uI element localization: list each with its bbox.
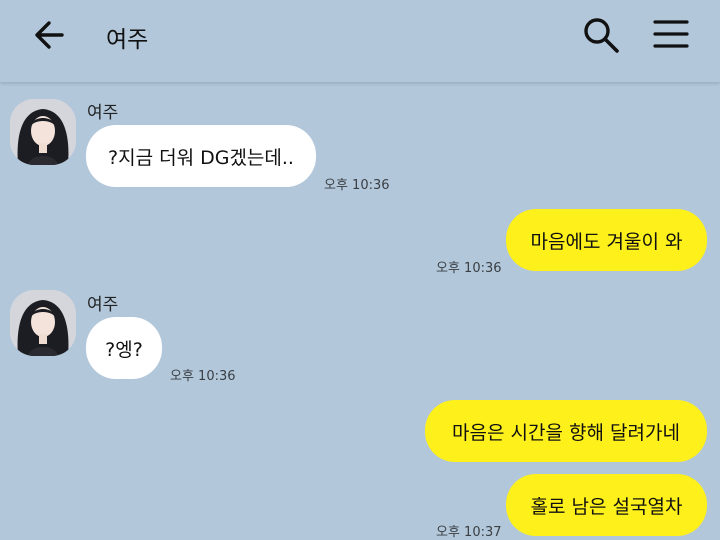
chat-title: 여주 <box>106 27 149 53</box>
arrow-left-icon <box>35 21 64 49</box>
menu-button[interactable] <box>651 16 691 52</box>
sender-avatar[interactable] <box>10 290 76 356</box>
profile-photo <box>10 99 76 165</box>
message-bubble-outgoing[interactable]: 마음에도 겨울이 와 <box>506 209 707 271</box>
message-bubble-outgoing[interactable]: 마음은 시간을 향해 달려가네 <box>425 400 707 462</box>
message-bubble-outgoing[interactable]: 홀로 남은 설국열차 <box>506 474 707 536</box>
search-icon <box>584 18 619 53</box>
profile-photo <box>10 290 76 356</box>
message-timestamp: 오후 10:36 <box>324 178 390 193</box>
chat-header: 여주 <box>0 0 720 82</box>
sender-avatar[interactable] <box>10 99 76 165</box>
message-bubble-incoming[interactable]: ?엥? <box>86 317 162 379</box>
message-bubble-incoming[interactable]: ?지금 더워 DG겠는데.. <box>86 125 316 187</box>
back-button[interactable] <box>30 17 70 53</box>
search-button[interactable] <box>580 14 622 56</box>
hamburger-menu-icon <box>653 20 689 48</box>
sender-name: 여주 <box>87 103 119 123</box>
message-timestamp: 오후 10:36 <box>436 261 502 276</box>
message-timestamp: 오후 10:37 <box>436 525 502 540</box>
message-timestamp: 오후 10:36 <box>170 369 236 384</box>
sender-name: 여주 <box>87 295 119 315</box>
